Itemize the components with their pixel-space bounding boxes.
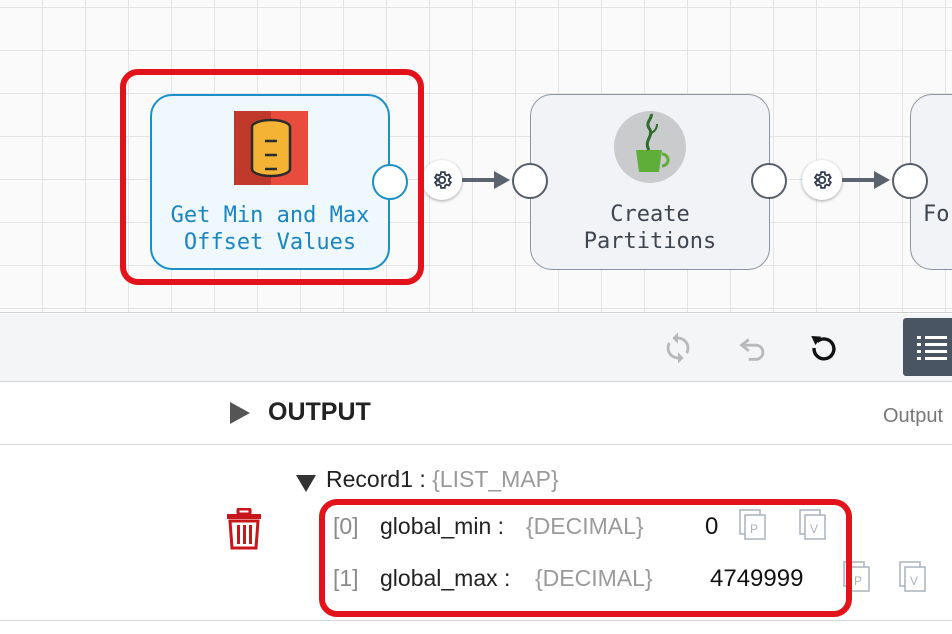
delete-trash-icon[interactable]	[226, 508, 262, 550]
record-label: Record1 : {LIST_MAP}	[326, 466, 559, 493]
refresh-icon[interactable]	[661, 331, 695, 365]
output-column-label: Output	[883, 405, 944, 427]
input-port[interactable]	[892, 163, 928, 199]
output-section-header[interactable]: OUTPUT Output	[0, 383, 952, 445]
stage-config-gear-icon[interactable]	[422, 160, 462, 200]
connector-arrow-icon	[494, 171, 510, 189]
list-view-icon	[917, 336, 947, 360]
stage-label: Fo	[923, 202, 950, 227]
stage-label: Create Partitions	[583, 202, 717, 254]
stage-config-gear-icon[interactable]	[802, 160, 842, 200]
groovy-jar-icon	[614, 111, 686, 183]
record-name: Record1 :	[326, 466, 426, 492]
expand-triangle-icon[interactable]	[230, 402, 250, 424]
undo-icon[interactable]	[736, 331, 770, 365]
output-port[interactable]	[751, 163, 787, 199]
stage-partial[interactable]: Fo	[892, 94, 952, 270]
collapse-triangle-icon[interactable]	[296, 475, 316, 492]
svg-text:V: V	[910, 574, 918, 588]
divider	[0, 620, 952, 621]
copy-value-icon[interactable]: V	[899, 561, 929, 593]
annotation-highlight-box	[319, 499, 852, 617]
stage-create-partitions[interactable]: Create Partitions	[512, 94, 787, 270]
connector-arrow-icon	[874, 171, 890, 189]
reset-icon[interactable]	[807, 331, 841, 365]
annotation-highlight-box	[120, 69, 424, 285]
svg-text:P: P	[854, 574, 862, 588]
connector-line	[462, 178, 498, 182]
input-port[interactable]	[512, 163, 548, 199]
pipeline-canvas[interactable]: Get Min and Max Offset Values Create Par…	[0, 0, 952, 313]
list-view-button[interactable]	[903, 318, 952, 376]
connector-line	[842, 178, 878, 182]
output-title: OUTPUT	[268, 398, 371, 426]
preview-toolbar	[0, 314, 952, 382]
record-type: {LIST_MAP}	[432, 466, 559, 492]
